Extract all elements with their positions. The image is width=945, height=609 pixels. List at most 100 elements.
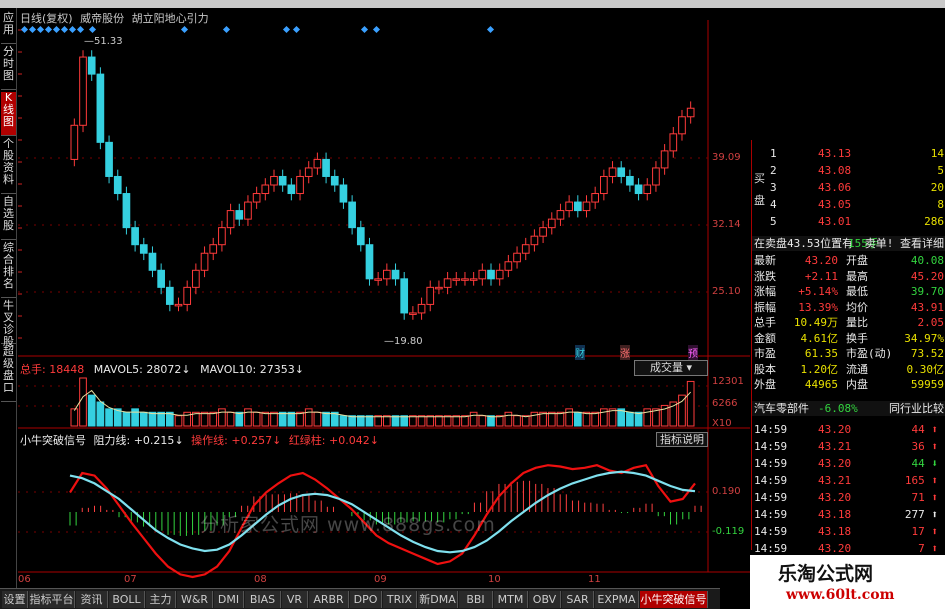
volume-bar [400,415,409,427]
volume-label: 总手 [20,363,42,376]
quote-stat-row: 涨幅 +5.14% 最低 39.70 [752,284,945,299]
candle-body [547,218,556,229]
volume-bar [96,401,105,427]
buy-level-row: 1 43.13 14 [752,146,945,161]
osc-axis-label-2: -0.119 [712,526,745,537]
tick-volume: 44 ⬆ [911,423,939,436]
sector-compare-link[interactable]: 同行业比较 [889,401,944,416]
candle-body [105,141,113,177]
bottom-tab-14[interactable]: MTM [494,591,528,608]
volume-bar [244,408,252,427]
price-axis-label-3: 25.10 [712,286,741,297]
volume-bar [504,411,513,427]
candle-body [573,201,582,212]
tick-volume: 17 ⬆ [911,525,939,538]
indicator-name[interactable]: 胡立阳地心引力 [132,12,209,25]
tick-row: 14:59 43.21 165 ⬆ [752,473,945,488]
bottom-tab-15[interactable]: OBV [529,591,561,608]
bottom-tab-5[interactable]: W&R [177,591,213,608]
volume-bar [556,411,565,427]
bottom-indicator-tabs: 设置 指标平台 资讯 BOLL 主力 W&R DMI BIAS VR ARBR DPO TRIX 新DM… [0,588,720,609]
tick-time: 14:59 [754,491,788,504]
buy-level-index: 4 [770,198,777,211]
stat-key-2: 市盈(动) [846,347,893,360]
resist-label: 阻力线: [93,434,131,447]
volume-indicator-dropdown[interactable]: 成交量 ▾ [634,360,708,376]
bottom-tab-8[interactable]: VR [282,591,308,608]
stat-value-2: 40.08 [910,254,944,267]
bottom-tab-9[interactable]: ARBR [309,591,349,608]
tick-price: 43.21 [818,440,852,453]
bottom-tab-0[interactable]: 设置 [2,591,28,608]
candle-body [235,210,244,220]
event-marker-rise[interactable]: 涨 [620,345,630,360]
volume-bar [686,380,695,427]
bottom-tab-13[interactable]: BBI [459,591,493,608]
tick-row: 14:59 43.20 44 ⬆ [752,422,945,437]
site-watermark: 乐淘公式网 www.60lt.com [750,555,945,609]
event-marker-forecast[interactable]: 预 [688,345,698,360]
bottom-tab-11[interactable]: TRIX [383,591,417,608]
volume-bar [409,415,417,427]
candlestick-series [70,50,695,320]
bottom-tab-1[interactable]: 指标平台 [29,591,75,608]
bottom-tab-18[interactable]: 小牛突破信号 [640,591,708,608]
signal-diamond [486,25,495,34]
candle-body [296,175,304,195]
volume-bar [634,411,643,427]
candle-body [669,133,678,152]
stat-key-2: 换手 [846,331,868,345]
quote-stat-row: 金额 4.61亿 换手 34.97% [752,331,945,346]
signal-diamond [60,25,69,34]
osc-watermark: 分析家公式网 www.888gs.com [200,514,496,536]
bottom-tab-12[interactable]: 新DMA [418,591,458,608]
candle-body [139,244,148,254]
bottom-tab-4[interactable]: 主力 [146,591,176,608]
candle-body [426,286,435,305]
candle-body [495,269,504,280]
volume-bar [79,377,87,427]
indicator-help-button[interactable]: 指标说明 [656,432,708,447]
volume-bar [226,411,235,427]
volume-bar [261,411,270,427]
tick-volume: 165 ⬆ [904,474,938,487]
mavol10-label: MAVOL10: [200,363,257,376]
volume-bar [87,394,96,427]
bottom-tab-7[interactable]: BIAS [245,591,281,608]
candle-body [409,312,417,315]
bottom-tab-6[interactable]: DMI [214,591,244,608]
bottom-tab-2[interactable]: 资讯 [76,591,108,608]
volume-bar [417,415,426,427]
tick-time: 14:59 [754,474,788,487]
stat-key: 外盘 [754,378,776,391]
buy-level-row: 3 43.06 20 [752,180,945,195]
tick-row: 14:59 43.18 277 ⬆ [752,507,945,522]
volume-bar [348,415,356,427]
volume-bar [478,415,487,427]
volume-bar [270,411,278,427]
resist-value: +0.215 [133,434,175,447]
volume-axis-label-1: 12301 [712,376,744,387]
buy-level-price: 43.13 [818,147,852,160]
candle-body [600,175,608,195]
candle-body [183,286,192,305]
stat-key: 涨幅 [754,285,776,298]
volume-bar [391,415,400,427]
buy-level-row: 4 43.05 8 [752,197,945,212]
candle-body [148,252,157,271]
bottom-tab-10[interactable]: DPO [350,591,382,608]
chart-mode-label[interactable]: 日线(复权) [20,12,73,25]
bottom-tab-17[interactable]: EXPMA [595,591,639,608]
volume-axis-label-2: 6266 [712,398,738,409]
bottom-tab-3[interactable]: BOLL [109,591,145,608]
stat-value-2: 59959 [910,378,944,391]
volume-bar [565,408,573,427]
sector-name: 汽车零部件 [754,402,809,415]
event-marker-finance[interactable]: 财 [575,345,585,360]
quote-stat-row: 涨跌 +2.11 最高 45.20 [752,269,945,284]
bottom-tab-16[interactable]: SAR [562,591,594,608]
candle-body [374,278,383,281]
volume-bar [383,415,391,427]
tick-volume: 44 ⬇ [911,457,939,470]
volume-bar [304,408,313,427]
